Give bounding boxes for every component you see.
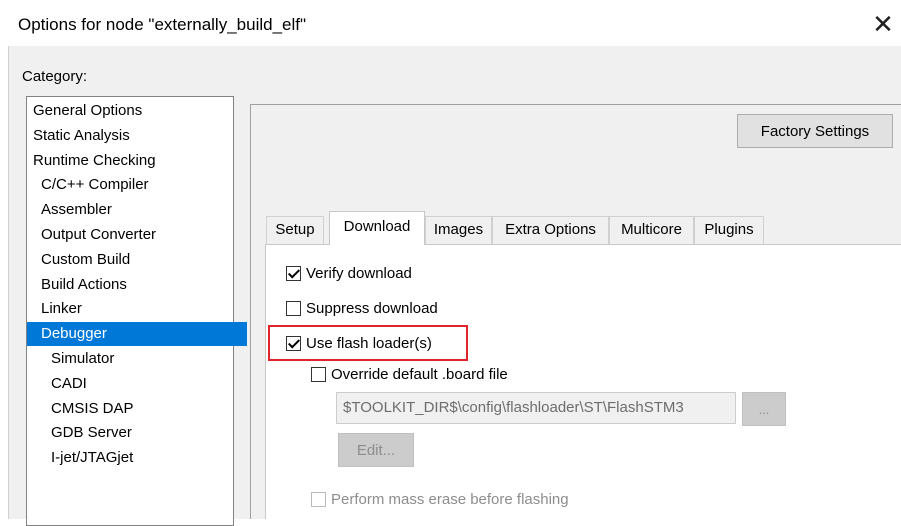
verify-download-label: Verify download: [306, 264, 412, 282]
suppress-download-option[interactable]: Suppress download: [286, 297, 438, 319]
override-board-file-option[interactable]: Override default .board file: [311, 363, 508, 385]
category-item[interactable]: I-jet/JTAGjet: [27, 446, 257, 470]
suppress-download-checkbox[interactable]: [286, 300, 301, 316]
category-item[interactable]: C/C++ Compiler: [27, 173, 247, 197]
category-item[interactable]: Build Actions: [27, 273, 247, 297]
flash-loader-highlight-box: [268, 325, 468, 361]
override-board-file-label: Override default .board file: [331, 365, 508, 383]
edit-board-file-button: Edit...: [338, 433, 414, 467]
tab-extra-options[interactable]: Extra Options: [492, 216, 609, 244]
category-item[interactable]: GDB Server: [27, 421, 257, 445]
category-item[interactable]: Static Analysis: [27, 124, 239, 148]
category-item[interactable]: Simulator: [27, 347, 257, 371]
verify-download-checkbox[interactable]: [286, 265, 301, 281]
override-board-file-checkbox[interactable]: [311, 366, 326, 382]
window-title: Options for node "externally_build_elf": [18, 15, 307, 34]
category-item[interactable]: Assembler: [27, 198, 247, 222]
category-label: Category:: [22, 68, 88, 85]
browse-board-file-button: ...: [742, 392, 786, 426]
tab-plugins[interactable]: Plugins: [694, 216, 764, 244]
category-item[interactable]: Output Converter: [27, 223, 247, 247]
tab-multicore[interactable]: Multicore: [609, 216, 694, 244]
tab-download[interactable]: Download: [329, 211, 425, 245]
title-bar: Options for node "externally_build_elf" …: [0, 0, 901, 46]
suppress-download-label: Suppress download: [306, 299, 438, 317]
mass-erase-option: Perform mass erase before flashing: [311, 488, 569, 510]
category-item[interactable]: Custom Build: [27, 248, 247, 272]
tab-images[interactable]: Images: [425, 216, 492, 244]
category-list[interactable]: General Options Static Analysis Runtime Ch…: [26, 96, 247, 526]
category-item[interactable]: Debugger: [27, 322, 247, 347]
verify-download-option[interactable]: Verify download: [286, 262, 412, 284]
tab-setup[interactable]: Setup: [266, 216, 324, 244]
mass-erase-label: Perform mass erase before flashing: [331, 490, 569, 508]
category-item[interactable]: CMSIS DAP: [27, 397, 257, 421]
category-item[interactable]: Runtime Checking: [27, 149, 239, 173]
category-item[interactable]: Linker: [27, 297, 247, 321]
board-file-path-field: $TOOLKIT_DIR$\config\flashloader\ST\Flas…: [336, 392, 736, 424]
mass-erase-checkbox: [311, 491, 326, 507]
close-icon[interactable]: ✕: [865, 6, 901, 42]
factory-settings-button[interactable]: Factory Settings: [737, 114, 893, 148]
category-item[interactable]: General Options: [27, 99, 239, 123]
category-item[interactable]: CADI: [27, 372, 257, 396]
